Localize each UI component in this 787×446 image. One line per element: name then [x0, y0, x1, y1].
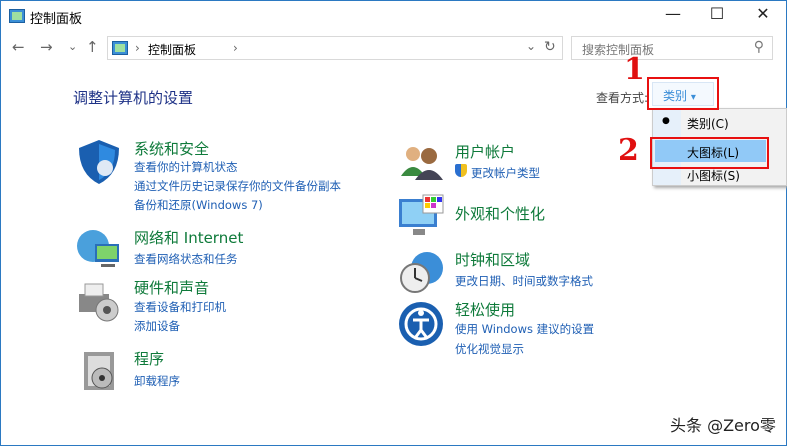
uac-shield-icon [455, 164, 467, 177]
forward-button[interactable]: → [40, 38, 53, 56]
clock-globe-icon [397, 248, 445, 299]
network-icon [75, 226, 123, 277]
category-user-accounts[interactable]: 用户帐户 [455, 141, 515, 162]
selected-bullet-icon: ● [662, 116, 670, 126]
menu-item-small-icons[interactable]: 小图标(S) [687, 167, 740, 184]
category-appearance-personalization[interactable]: 外观和个性化 [455, 203, 545, 224]
link-recommended-settings[interactable]: 使用 Windows 建议的设置 [455, 321, 594, 337]
shield-icon [75, 138, 123, 189]
category-hardware-sound[interactable]: 硬件和声音 [134, 277, 209, 298]
refresh-button[interactable]: ↻ [544, 39, 556, 55]
category-ease-of-access[interactable]: 轻松使用 [455, 299, 515, 320]
control-panel-icon [9, 9, 25, 23]
link-change-date-time-format[interactable]: 更改日期、时间或数字格式 [455, 273, 593, 289]
link-uninstall-program[interactable]: 卸载程序 [134, 373, 180, 389]
annotation-box-2 [650, 137, 769, 169]
category-programs[interactable]: 程序 [134, 348, 164, 369]
link-add-device[interactable]: 添加设备 [134, 318, 180, 334]
address-dropdown-icon[interactable]: ⌄ [526, 39, 536, 53]
category-network-internet[interactable]: 网络和 Internet [134, 227, 243, 248]
watermark: 头条 @Zero零 [670, 416, 776, 435]
link-view-computer-status[interactable]: 查看你的计算机状态 [134, 159, 238, 175]
view-by-label: 查看方式: [596, 91, 649, 105]
printer-icon [75, 278, 123, 329]
address-bar[interactable]: › 控制面板 › ⌄ ↻ [107, 36, 563, 60]
up-button[interactable]: ↑ [86, 38, 99, 56]
link-network-status[interactable]: 查看网络状态和任务 [134, 251, 238, 267]
annotation-number-2: 2 [618, 133, 639, 168]
category-system-security[interactable]: 系统和安全 [134, 138, 209, 159]
appearance-icon [397, 193, 445, 244]
link-optimize-visual-display[interactable]: 优化视觉显示 [455, 341, 524, 357]
link-devices-printers[interactable]: 查看设备和打印机 [134, 299, 226, 315]
minimize-button[interactable]: — [650, 4, 696, 23]
back-button[interactable]: ← [12, 38, 25, 56]
breadcrumb-control-panel[interactable]: 控制面板 [148, 41, 196, 58]
window-title: 控制面板 [30, 12, 83, 27]
link-change-account-type[interactable]: 更改帐户类型 [471, 165, 540, 181]
search-input[interactable]: 搜索控制面板 ⚲ [571, 36, 773, 60]
user-accounts-icon [397, 140, 445, 191]
search-icon[interactable]: ⚲ [754, 39, 764, 55]
breadcrumb-separator: › [135, 41, 140, 55]
page-title: 调整计算机的设置 [73, 89, 194, 107]
link-backup-restore[interactable]: 备份和还原(Windows 7) [134, 197, 263, 213]
close-button[interactable]: ✕ [740, 4, 786, 23]
control-panel-icon [112, 41, 128, 55]
category-clock-region[interactable]: 时钟和区域 [455, 249, 530, 270]
ease-of-access-icon [397, 300, 445, 351]
maximize-button[interactable]: ☐ [694, 4, 740, 23]
annotation-box-1 [647, 77, 719, 110]
programs-icon [78, 348, 126, 399]
breadcrumb-separator: › [233, 41, 238, 55]
recent-locations-button[interactable]: ⌄ [68, 40, 77, 53]
annotation-number-1: 1 [624, 52, 645, 87]
menu-item-category[interactable]: 类别(C) [687, 115, 729, 132]
link-file-history[interactable]: 通过文件历史记录保存你的文件备份副本 [134, 178, 341, 194]
